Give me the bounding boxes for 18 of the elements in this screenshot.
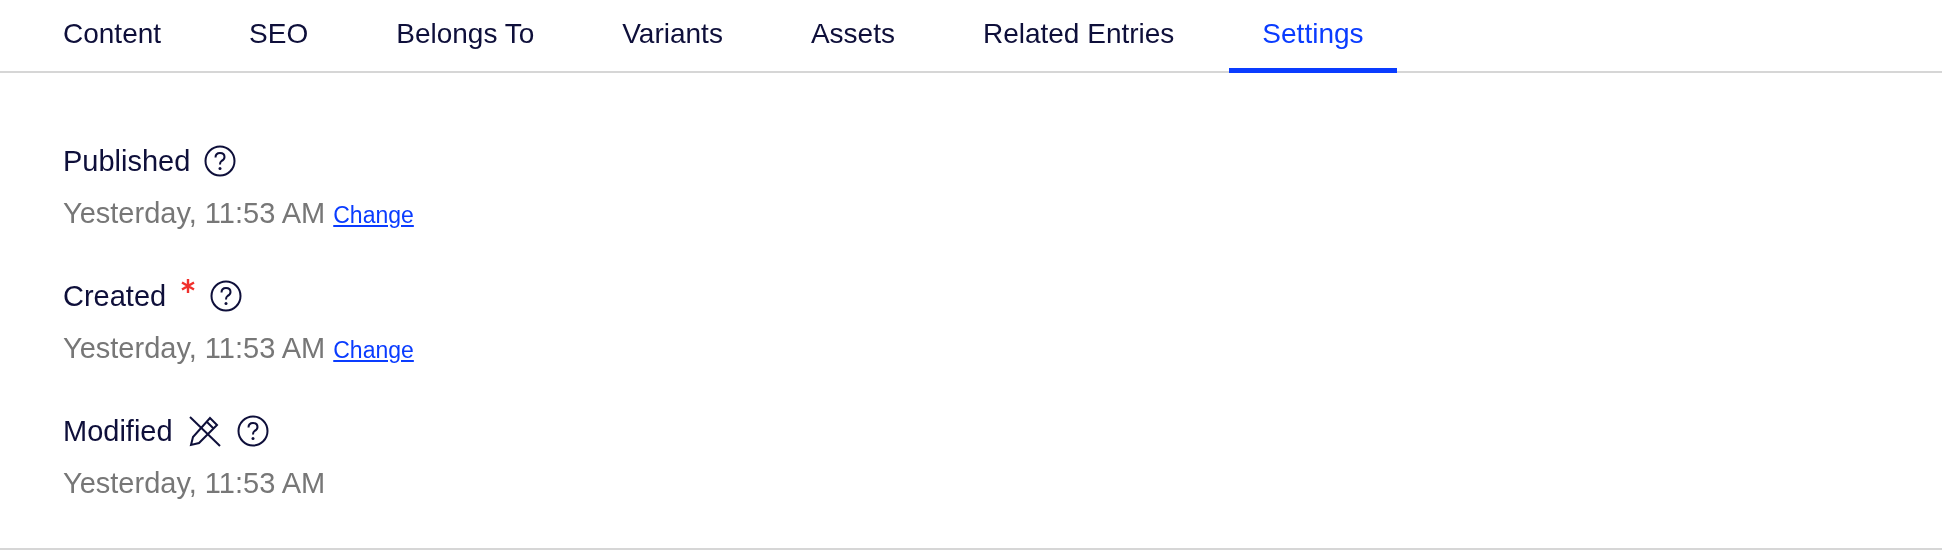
tab[interactable]: Settings xyxy=(1229,6,1397,73)
date-value: Yesterday, 11:53 AM xyxy=(63,332,326,365)
field-label: Modified xyxy=(63,414,173,448)
tab[interactable]: Assets xyxy=(777,6,928,73)
tab[interactable]: Variants xyxy=(589,6,756,73)
help-icon[interactable] xyxy=(204,145,237,177)
help-icon[interactable] xyxy=(236,415,269,447)
change-link[interactable]: Change xyxy=(333,337,414,364)
tab[interactable]: Content xyxy=(30,6,195,73)
date-value: Yesterday, 11:53 AM xyxy=(63,467,326,500)
date-value: Yesterday, 11:53 AM xyxy=(63,197,326,230)
field-label: Created xyxy=(63,279,167,313)
tab[interactable]: SEO xyxy=(216,6,342,73)
change-link[interactable]: Change xyxy=(333,202,414,229)
tab[interactable]: Belongs To xyxy=(363,6,568,73)
help-icon[interactable] xyxy=(210,280,243,312)
tab[interactable]: Related Entries xyxy=(949,6,1208,73)
field-label: Published xyxy=(63,144,191,178)
